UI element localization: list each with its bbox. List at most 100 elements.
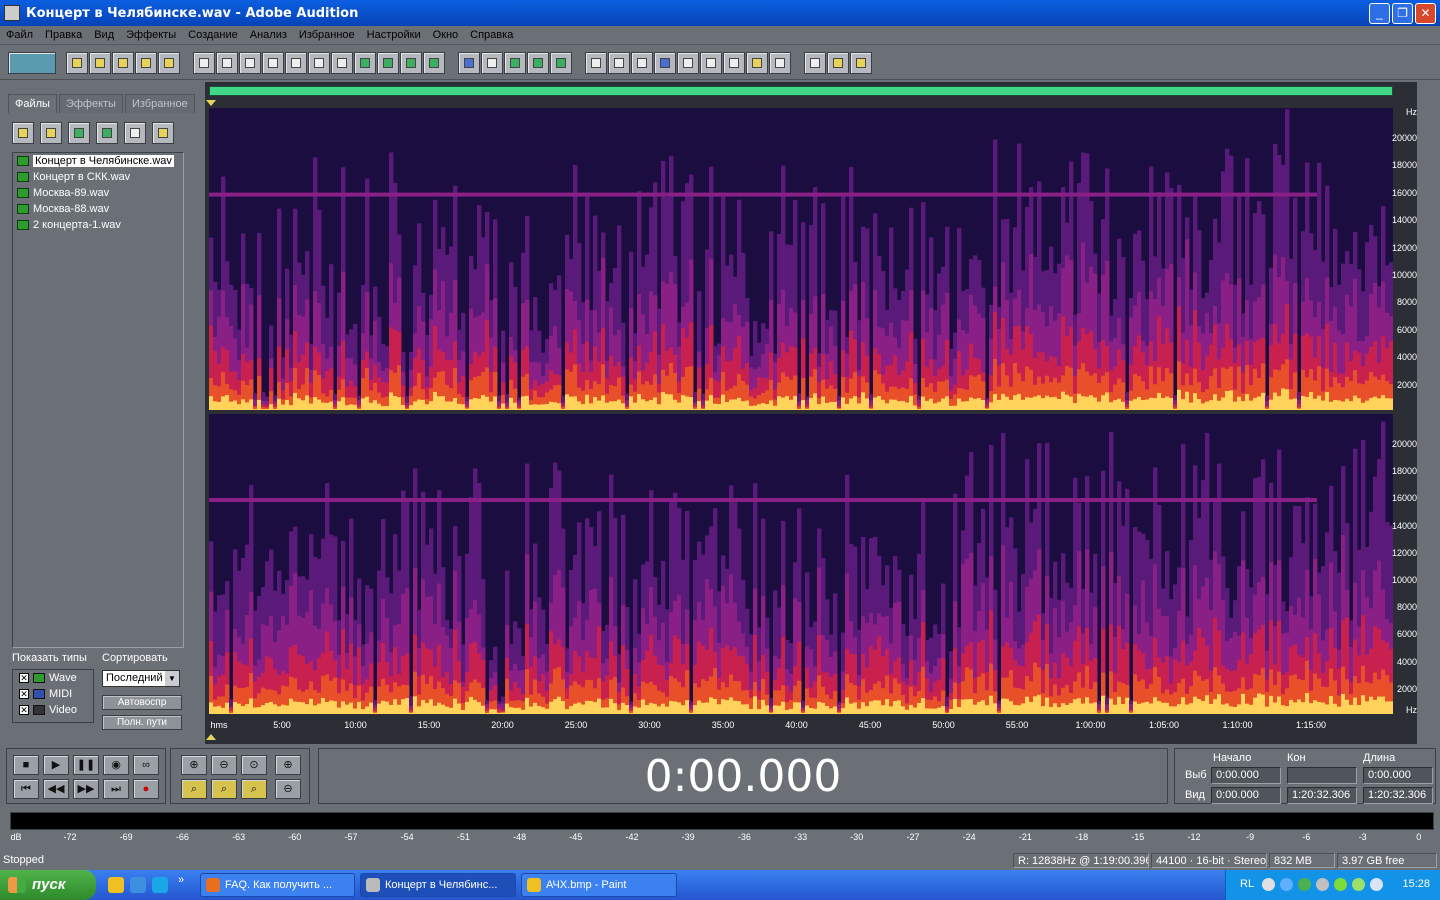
zoom-out-horizontal-button[interactable]: ⊖ (211, 755, 237, 775)
new-file-icon[interactable] (66, 52, 88, 74)
tray-volume-icon[interactable] (1316, 878, 1329, 891)
skype-icon[interactable] (152, 877, 168, 893)
selection-length-field[interactable]: 0:00.000 (1363, 767, 1433, 784)
edit-view-icon[interactable] (504, 52, 526, 74)
midi-checkbox[interactable]: ✕ (19, 689, 29, 699)
type-midi-row[interactable]: ✕ MIDI (13, 686, 93, 702)
save-icon[interactable] (112, 52, 134, 74)
open-folder-icon[interactable] (12, 122, 34, 144)
menu-window[interactable]: Окно (427, 29, 465, 41)
record-button[interactable]: ● (133, 779, 159, 799)
list-item[interactable]: 2 концерта-1.wav (13, 217, 183, 233)
time-icon[interactable] (700, 52, 722, 74)
tray-player-icon[interactable] (1334, 878, 1347, 891)
minimize-button[interactable]: _ (1369, 3, 1390, 24)
maximize-button[interactable]: ❐ (1392, 3, 1413, 24)
type-video-row[interactable]: ✕ Video (13, 702, 93, 718)
zoom-in-horizontal-button[interactable]: ⊕ (181, 755, 207, 775)
paste-icon[interactable] (331, 52, 353, 74)
sort-select[interactable]: Последний ▼ (102, 670, 180, 687)
menu-options[interactable]: Настройки (361, 29, 427, 41)
mixer-icon[interactable] (723, 52, 745, 74)
zoom-in-vertical-button[interactable]: ⊕ (275, 755, 301, 775)
spectral-view-icon[interactable] (481, 52, 503, 74)
copy-new-icon[interactable] (285, 52, 307, 74)
view-length-field[interactable]: 1:20:32.306 (1363, 787, 1433, 804)
quicklaunch-icon[interactable] (108, 877, 124, 893)
task-paint[interactable]: АЧХ.bmp - Paint (521, 873, 677, 897)
copy-icon[interactable] (262, 52, 284, 74)
zoom-left-button[interactable]: ⌕ (211, 779, 237, 799)
panel-toggle-icon[interactable] (585, 52, 607, 74)
end-marker[interactable] (206, 734, 216, 740)
menu-edit[interactable]: Правка (39, 29, 88, 41)
language-indicator[interactable]: RL (1240, 878, 1254, 890)
cd-view-icon[interactable] (550, 52, 572, 74)
zoom-full-button[interactable]: ⊙ (241, 755, 267, 775)
view-begin-field[interactable]: 0:00.000 (1211, 787, 1281, 804)
tab-effects[interactable]: Эффекты (58, 94, 123, 113)
full-paths-button[interactable]: Полн. пути (102, 715, 182, 730)
menu-effects[interactable]: Эффекты (120, 29, 182, 41)
tray-arrow-icon[interactable] (1262, 878, 1275, 891)
play-toolbar-icon[interactable] (654, 52, 676, 74)
undo-icon[interactable] (193, 52, 215, 74)
tab-files[interactable]: Файлы (8, 94, 57, 113)
fast-forward-button[interactable]: ▶▶ (73, 779, 99, 799)
tray-network-icon[interactable] (1280, 878, 1293, 891)
zoom-toolbar-icon[interactable] (677, 52, 699, 74)
edit-file-icon[interactable] (96, 122, 118, 144)
organizer-settings-icon[interactable] (124, 122, 146, 144)
level-icon[interactable] (631, 52, 653, 74)
redo-icon[interactable] (216, 52, 238, 74)
list-item[interactable]: Москва-89.wav (13, 185, 183, 201)
view-end-field[interactable]: 1:20:32.306 (1287, 787, 1357, 804)
zero-cross-icon[interactable] (423, 52, 445, 74)
spectral-display[interactable]: Hz 20000 18000 16000 14000 12000 10000 8000 600… (205, 82, 1417, 744)
overview-bar[interactable] (209, 86, 1393, 96)
tray-security-icon[interactable] (1370, 878, 1383, 891)
cut-icon[interactable] (308, 52, 330, 74)
settings-icon[interactable] (804, 52, 826, 74)
menu-view[interactable]: Вид (88, 29, 120, 41)
tray-torrent-icon[interactable] (1298, 878, 1311, 891)
multitrack-view-button[interactable] (8, 52, 56, 74)
tools-icon[interactable] (827, 52, 849, 74)
tray-skype-icon[interactable] (1352, 878, 1365, 891)
play-to-end-button[interactable]: ◉ (103, 755, 129, 775)
info-icon[interactable] (608, 52, 630, 74)
waveform-view-icon[interactable] (458, 52, 480, 74)
save-as-icon[interactable] (135, 52, 157, 74)
paste-new-icon[interactable] (354, 52, 376, 74)
zoom-to-selection-button[interactable]: ⌕ (181, 779, 207, 799)
menu-analyze[interactable]: Анализ (244, 29, 293, 41)
type-wave-row[interactable]: ✕ Wave (13, 670, 93, 686)
list-item[interactable]: Концерт в Челябинске.wav (13, 153, 183, 169)
start-marker[interactable] (206, 100, 216, 106)
close-files-icon[interactable] (68, 122, 90, 144)
multitrack-icon[interactable] (527, 52, 549, 74)
channel-right[interactable] (209, 414, 1393, 714)
meter-icon[interactable] (746, 52, 768, 74)
autoplay-button[interactable]: Автовоспр (102, 695, 182, 710)
trim-icon[interactable] (400, 52, 422, 74)
video-checkbox[interactable]: ✕ (19, 705, 29, 715)
close-file-icon[interactable] (158, 52, 180, 74)
wave-checkbox[interactable]: ✕ (19, 673, 29, 683)
list-item[interactable]: Москва-88.wav (13, 201, 183, 217)
import-icon[interactable] (40, 122, 62, 144)
menu-file[interactable]: Файл (0, 29, 39, 41)
menu-generate[interactable]: Создание (182, 29, 244, 41)
go-to-start-button[interactable]: ⏮ (13, 779, 39, 799)
mix-paste-icon[interactable] (377, 52, 399, 74)
go-to-end-button[interactable]: ⏭ (103, 779, 129, 799)
help-icon[interactable] (850, 52, 872, 74)
stop-button[interactable]: ■ (13, 755, 39, 775)
rewind-button[interactable]: ◀◀ (43, 779, 69, 799)
tab-favorites[interactable]: Избранное (124, 94, 195, 113)
organizer-help-icon[interactable] (152, 122, 174, 144)
pause-button[interactable]: ❚❚ (73, 755, 99, 775)
open-file-icon[interactable] (89, 52, 111, 74)
status-icon[interactable] (769, 52, 791, 74)
channel-left[interactable] (209, 108, 1393, 410)
